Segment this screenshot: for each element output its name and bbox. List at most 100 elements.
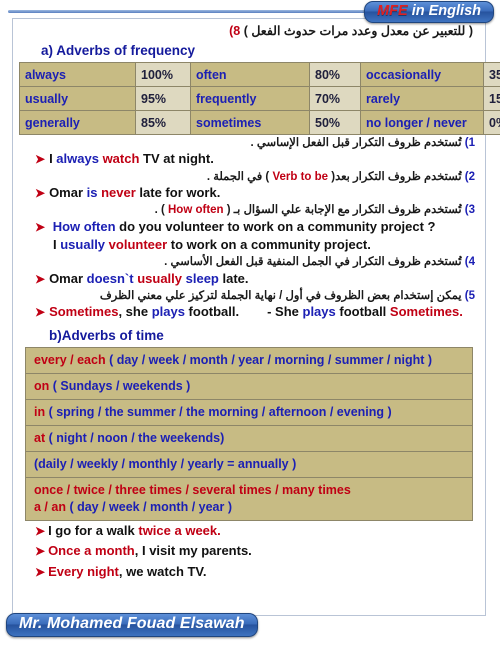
example-5-verb2: plays: [302, 304, 340, 320]
time-example-3-adverb: Every night: [48, 564, 119, 580]
rule-4-number: 4): [464, 256, 475, 269]
frequency-adverb-cell: no longer / never: [360, 110, 484, 135]
example-4-verb: sleep: [185, 270, 223, 286]
frequency-percent-cell: 80%: [309, 62, 361, 87]
example-5: ➤ Sometimes, she plays football. - She pla…: [19, 303, 479, 321]
rule-1-text: تُستخدم ظروف التكرار قبل الفعل الإساسي .: [250, 137, 465, 149]
frequency-adverb-cell: sometimes: [190, 110, 310, 135]
rule-5-arabic: 5) يمكن إستخدام بعض الظروف في أول / نهاي…: [19, 288, 479, 303]
example-3-part3: do you volunteer to work on a community …: [119, 218, 436, 234]
time-example-3: ➤ Every night, we watch TV.: [19, 562, 479, 583]
time-row-options: ( day / week / month / year / morning / …: [105, 353, 433, 368]
table-row: always 100% often 80% occasionally 35%: [19, 62, 500, 87]
example-2-part4: late for work.: [139, 185, 221, 200]
example-4-adverb: usually: [137, 270, 186, 286]
frequency-percent-cell: 95%: [135, 86, 191, 111]
adverbs-of-frequency-table: always 100% often 80% occasionally 35% u…: [19, 62, 500, 135]
frequency-adverb-cell: generally: [19, 110, 136, 135]
time-example-2: ➤ Once a month, I visit my parents.: [19, 541, 479, 562]
time-row-options: (daily / weekly / monthly / yearly = ann…: [34, 456, 297, 471]
time-example-2-adverb: Once a month: [48, 543, 135, 559]
bullet-arrow-icon: ➤: [35, 544, 46, 559]
example-3b-verb: volunteer: [108, 236, 171, 252]
rule-3-highlight: How often: [168, 204, 224, 217]
example-1-verb: watch: [102, 151, 144, 167]
time-row-keyword: in: [34, 405, 46, 420]
example-4-part5: late.: [222, 270, 249, 286]
time-example-1-part1: I go for a walk: [48, 522, 139, 538]
example-3-answer: I usually volunteer to work on a communi…: [19, 236, 479, 254]
brand-badge-header: MFE in English: [364, 1, 494, 24]
example-3b-adverb: usually: [60, 236, 109, 252]
time-row-keyword-2: a / an: [34, 499, 66, 514]
time-row-keyword: on: [34, 379, 50, 394]
frequency-percent-cell: 100%: [135, 62, 191, 87]
bullet-arrow-icon: ➤: [35, 152, 46, 167]
frequency-percent-cell: 0%: [483, 110, 500, 135]
table-row: usually 95% frequently 70% rarely 15%: [19, 86, 500, 111]
bullet-arrow-icon: ➤: [35, 523, 46, 538]
frequency-adverb-cell: occasionally: [360, 62, 484, 87]
time-row-options: ( Sundays / weekends ): [49, 379, 191, 394]
example-5-adverb-end: Sometimes.: [389, 304, 463, 320]
time-row: every / each ( day / week / month / year…: [26, 348, 472, 375]
example-5-adverb-front: Sometimes: [49, 304, 119, 320]
time-row-options: ( spring / the summer / the morning / af…: [45, 405, 392, 420]
frequency-percent-cell: 50%: [309, 110, 361, 135]
example-1: ➤ I always watch TV at night.: [19, 150, 479, 168]
example-5-part7: football: [339, 304, 390, 320]
rule-1-number: 1): [464, 137, 475, 149]
rule-5-text: يمكن إستخدام بعض الظروف في أول / نهاية ا…: [99, 289, 465, 302]
time-row: at ( night / noon / the weekends): [26, 426, 472, 452]
frequency-adverb-cell: frequently: [190, 86, 310, 111]
example-3b-part4: to work on a community project.: [170, 236, 371, 252]
time-row-keyword: at: [34, 431, 46, 445]
example-5-part2: , she: [118, 304, 152, 320]
section-b-heading: b)Adverbs of time: [49, 328, 164, 344]
time-row-keyword: every / each: [34, 353, 106, 368]
example-4: ➤ Omar doesn`t usually sleep late.: [19, 270, 479, 288]
bullet-arrow-icon: ➤: [35, 219, 46, 234]
example-4-part1: Omar: [49, 270, 87, 286]
example-5-part4: football.: [188, 304, 240, 320]
page-title-arabic: ( للتعبير عن معدل وعدد مرات حدوث الفعل ): [243, 24, 473, 38]
bullet-arrow-icon: ➤: [35, 186, 46, 200]
time-row-options: ( night / noon / the weekends): [45, 431, 225, 445]
time-row: in ( spring / the summer / the morning /…: [26, 400, 472, 426]
frequency-adverb-cell: usually: [19, 86, 136, 111]
author-name: Mr. Mohamed Fouad Elsawah: [19, 615, 245, 633]
section-a-heading: a) Adverbs of frequency: [41, 43, 196, 58]
example-3-how-often: How often: [52, 218, 120, 234]
page-title: ( للتعبير عن معدل وعدد مرات حدوث الفعل )…: [19, 21, 479, 40]
rule-5-number: 5): [464, 289, 475, 302]
rule-2-text-pre: تُستخدم ظروف التكرار بعد(: [328, 170, 465, 183]
example-5-part5: - She: [267, 304, 303, 320]
rule-1-arabic: 1) تُستخدم ظروف التكرار قبل الفعل الإساس…: [19, 135, 479, 150]
adverbs-of-time-box: every / each ( day / week / month / year…: [25, 347, 473, 521]
example-1-part4: TV at night.: [143, 151, 214, 167]
frequency-percent-cell: 70%: [309, 86, 361, 111]
example-2-be-verb: is: [86, 185, 102, 200]
frequency-adverb-cell: rarely: [360, 86, 484, 111]
rule-3-arabic: 3) تُستخدم ظروف التكرار مع الإجابة علي ا…: [19, 202, 479, 217]
time-row-options: ( day / week / month / year ): [65, 499, 232, 514]
frequency-percent-cell: 15%: [483, 86, 500, 111]
bullet-arrow-icon: ➤: [35, 565, 46, 580]
brand-badge-mfe: MFE: [377, 3, 408, 19]
author-badge-footer: Mr. Mohamed Fouad Elsawah: [6, 613, 258, 637]
frequency-adverb-cell: often: [190, 62, 310, 87]
frequency-percent-cell: 35%: [483, 62, 500, 87]
rule-4-text: تُستخدم ظروف التكرار في الجمل المنفية قب…: [164, 256, 465, 269]
example-4-auxiliary: doesn`t: [86, 270, 138, 286]
time-row: on ( Sundays / weekends ): [26, 374, 472, 401]
example-2-part1: Omar: [49, 185, 87, 200]
time-row: once / twice / three times / several tim…: [26, 477, 472, 520]
table-row: generally 85% sometimes 50% no longer / …: [19, 110, 500, 135]
bullet-arrow-icon: ➤: [35, 305, 46, 320]
worksheet-page: ( للتعبير عن معدل وعدد مرات حدوث الفعل )…: [12, 18, 500, 616]
time-example-1-adverb: twice a week.: [138, 522, 221, 538]
example-1-adverb: always: [56, 151, 103, 167]
page-title-number: 8): [229, 24, 241, 38]
rule-3-number: 3): [464, 204, 475, 217]
rule-4-arabic: 4) تُستخدم ظروف التكرار في الجمل المنفية…: [19, 254, 479, 269]
